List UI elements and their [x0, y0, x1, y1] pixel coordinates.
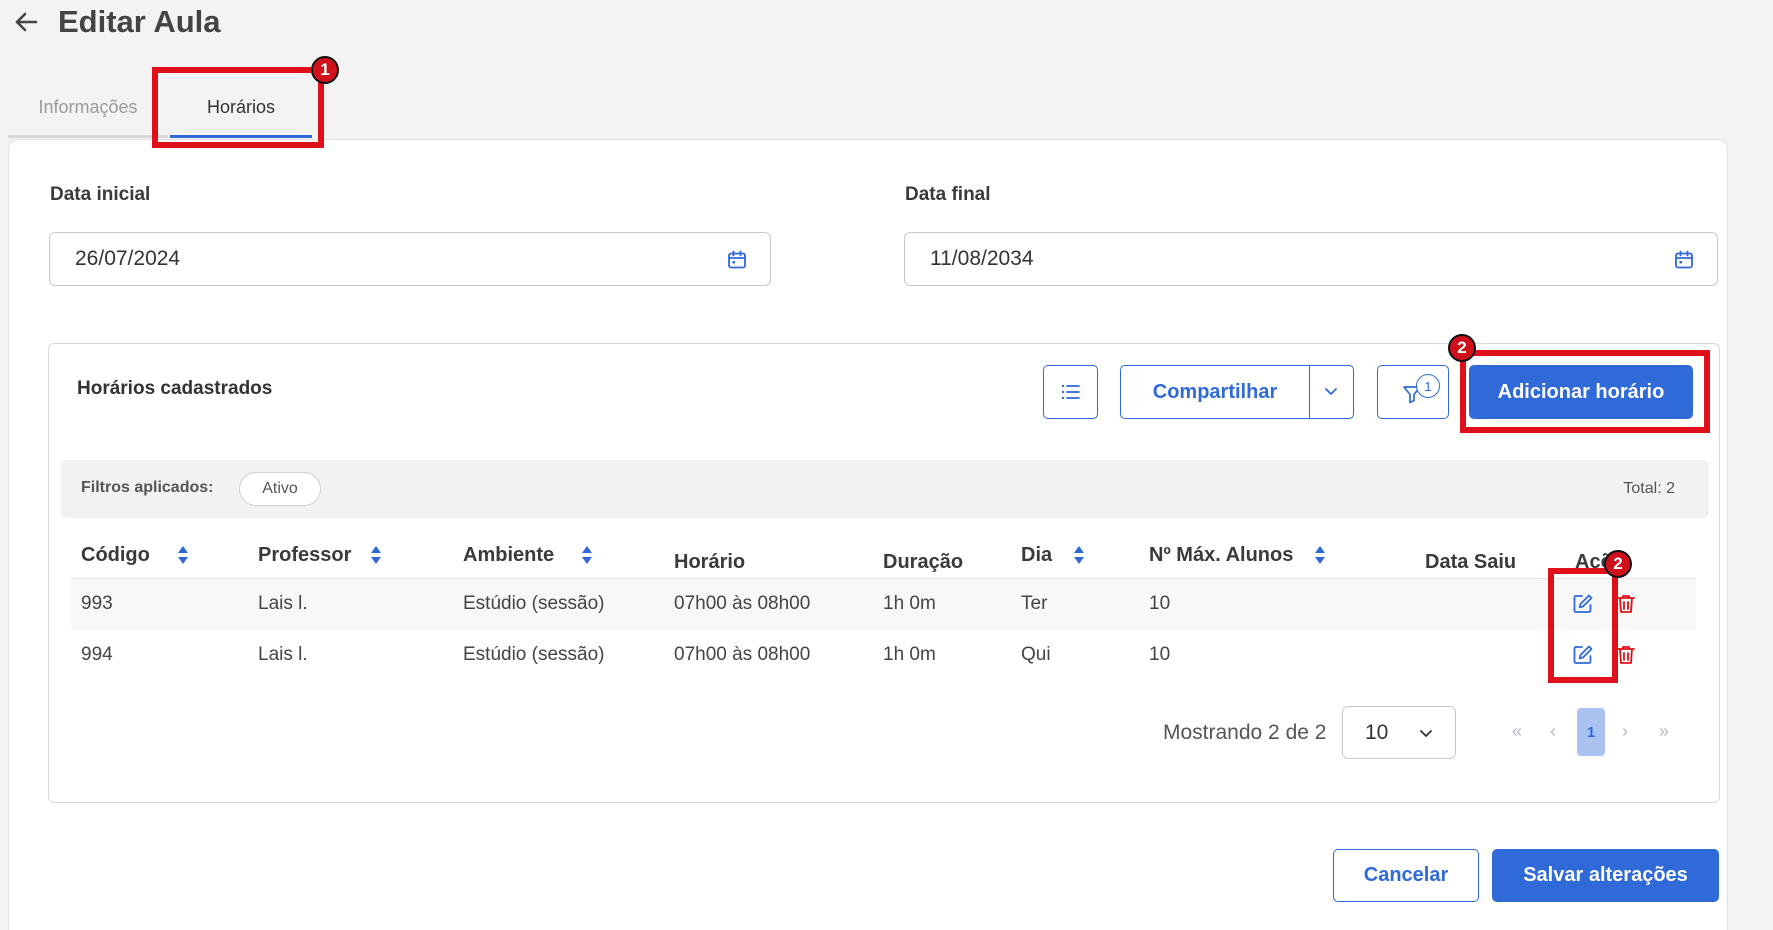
- page-button-current[interactable]: 1: [1577, 708, 1605, 756]
- chevron-down-icon: [1420, 730, 1432, 737]
- last-page-button[interactable]: »: [1659, 721, 1669, 742]
- filter-button[interactable]: 1: [1377, 365, 1449, 419]
- prev-page-button[interactable]: ‹: [1550, 721, 1556, 742]
- col-duracao: Duração: [883, 551, 964, 573]
- filter-count-badge: 1: [1416, 374, 1440, 398]
- start-date-label: Data inicial: [50, 184, 151, 205]
- calendar-icon[interactable]: [1673, 249, 1695, 271]
- cell-codigo: 993: [81, 593, 113, 614]
- annotation-badge: 1: [311, 56, 339, 84]
- share-button[interactable]: Compartilhar: [1120, 365, 1354, 419]
- list-icon: [1061, 384, 1080, 400]
- edit-icon[interactable]: [1572, 593, 1594, 615]
- pagination-summary: Mostrando 2 de 2: [1163, 721, 1327, 744]
- cell-horario: 07h00 às 08h00: [674, 644, 811, 665]
- list-view-button[interactable]: [1043, 365, 1098, 419]
- cell-ambiente: Estúdio (sessão): [463, 644, 605, 665]
- cell-duracao: 1h 0m: [883, 593, 936, 614]
- sort-icon[interactable]: [580, 544, 594, 566]
- schedules-title: Horários cadastrados: [77, 378, 273, 399]
- annotation-badge: 2: [1448, 334, 1476, 362]
- schedules-panel: Horários cadastrados Compartilhar 1 Adic…: [48, 343, 1720, 803]
- table-row: 993 Lais l. Estúdio (sessão) 07h00 às 08…: [71, 578, 1696, 630]
- cell-codigo: 994: [81, 644, 113, 665]
- sort-icon[interactable]: [1313, 544, 1327, 566]
- cell-professor: Lais l.: [258, 593, 308, 614]
- tab-horarios[interactable]: Horários: [170, 80, 312, 138]
- first-page-button[interactable]: «: [1512, 721, 1522, 742]
- share-label: Compartilhar: [1152, 380, 1278, 403]
- filter-chip-ativo[interactable]: Ativo: [239, 472, 321, 506]
- cell-ambiente: Estúdio (sessão): [463, 593, 605, 614]
- cell-duracao: 1h 0m: [883, 644, 936, 665]
- start-date-input[interactable]: 26/07/2024: [49, 232, 771, 286]
- cell-horario: 07h00 às 08h00: [674, 593, 811, 614]
- col-max-alunos[interactable]: Nº Máx. Alunos: [1149, 544, 1293, 567]
- end-date-value: 11/08/2034: [930, 247, 1034, 270]
- next-page-button[interactable]: ›: [1622, 721, 1628, 742]
- cell-professor: Lais l.: [258, 644, 308, 665]
- share-divider: [1309, 366, 1310, 418]
- save-changes-button[interactable]: Salvar alterações: [1492, 849, 1719, 902]
- col-codigo[interactable]: Código: [81, 544, 150, 567]
- cell-max-alunos: 10: [1149, 593, 1171, 614]
- col-dia[interactable]: Dia: [1021, 544, 1052, 567]
- chevron-down-icon[interactable]: [1324, 387, 1338, 397]
- applied-filters-label: Filtros aplicados:: [81, 479, 214, 496]
- table-row: 994 Lais l. Estúdio (sessão) 07h00 às 08…: [71, 630, 1696, 682]
- sort-icon[interactable]: [369, 544, 383, 566]
- col-horario: Horário: [674, 551, 746, 573]
- trash-icon[interactable]: [1615, 644, 1637, 666]
- end-date-input[interactable]: 11/08/2034: [904, 232, 1718, 286]
- add-schedule-button[interactable]: Adicionar horário: [1469, 365, 1693, 419]
- page-size-value: 10: [1365, 720, 1389, 744]
- tab-bar: Informações Horários: [8, 80, 328, 138]
- cell-max-alunos: 10: [1149, 644, 1171, 665]
- start-date-value: 26/07/2024: [75, 247, 181, 270]
- sort-icon[interactable]: [1072, 544, 1086, 566]
- arrow-left-icon[interactable]: [10, 6, 42, 38]
- col-data-saiu: Data Saiu: [1425, 551, 1517, 573]
- annotation-badge: 2: [1604, 550, 1632, 578]
- trash-icon[interactable]: [1615, 593, 1637, 615]
- page-size-select[interactable]: 10: [1342, 706, 1456, 759]
- page-header: Editar Aula: [0, 0, 1773, 50]
- cancel-button[interactable]: Cancelar: [1333, 849, 1479, 902]
- cell-dia: Qui: [1021, 644, 1051, 665]
- calendar-icon[interactable]: [726, 249, 748, 271]
- total-count: Total: 2: [1623, 480, 1675, 497]
- page-title: Editar Aula: [58, 4, 221, 39]
- tab-informacoes[interactable]: Informações: [8, 80, 168, 138]
- col-ambiente[interactable]: Ambiente: [463, 544, 554, 567]
- applied-filters-bar: Filtros aplicados: Ativo Total: 2: [61, 460, 1709, 518]
- end-date-label: Data final: [905, 184, 991, 205]
- cell-dia: Ter: [1021, 593, 1048, 614]
- sort-icon[interactable]: [176, 544, 190, 566]
- col-professor[interactable]: Professor: [258, 544, 351, 567]
- edit-icon[interactable]: [1572, 644, 1594, 666]
